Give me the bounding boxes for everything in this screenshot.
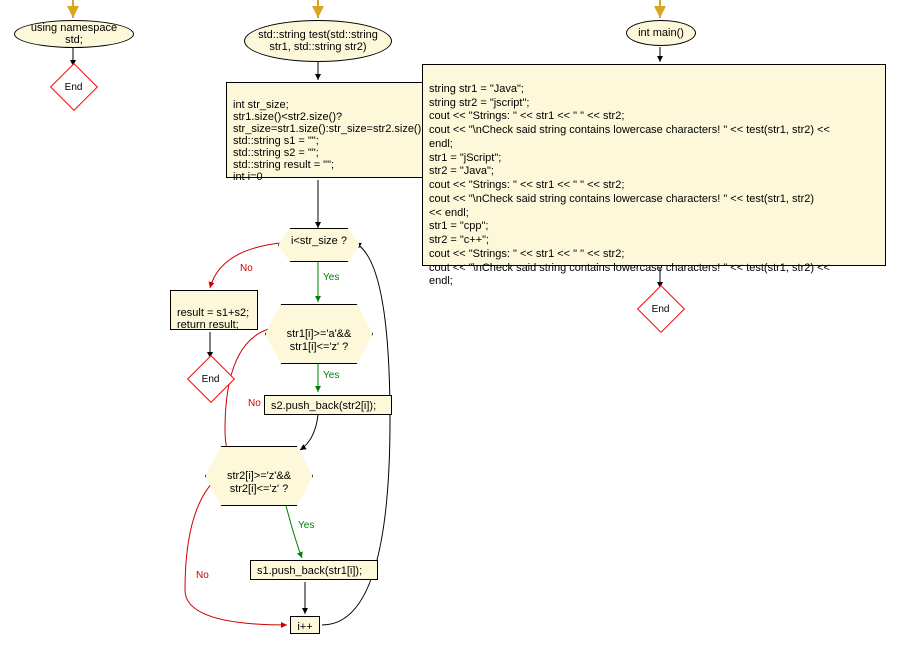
test-func-text: std::string test(std::string str1, std::…: [258, 29, 378, 53]
main-func-node: int main(): [626, 20, 696, 46]
main-body-text: string str1 = "Java"; string str2 = "jsc…: [429, 83, 830, 288]
yes-3: Yes: [298, 520, 314, 531]
main-body-block: string str1 = "Java"; string str2 = "jsc…: [422, 64, 886, 266]
namespace-text: using namespace std;: [21, 22, 127, 46]
no-2: No: [248, 398, 261, 409]
push-s1-text: s1.push_back(str1[i]);: [257, 565, 362, 577]
increment-text: i++: [297, 621, 312, 633]
cond-str2-diamond: str2[i]>='z'&& str2[i]<='z' ?: [205, 446, 313, 506]
push-s1-block: s1.push_back(str1[i]);: [250, 560, 378, 580]
yes-1: Yes: [323, 272, 339, 283]
cond-str1-text: str1[i]>='a'&& str1[i]<='z' ?: [287, 328, 352, 353]
push-s2-block: s2.push_back(str2[i]);: [264, 395, 392, 415]
push-s2-text: s2.push_back(str2[i]);: [271, 400, 376, 412]
no-3: No: [196, 570, 209, 581]
end-diamond-1: End: [50, 63, 98, 111]
end-text-2: End: [202, 373, 220, 384]
main-func-text: int main(): [638, 27, 684, 39]
no-1: No: [240, 263, 253, 274]
init-text: int str_size; str1.size()<str2.size()? s…: [233, 99, 424, 183]
result-block: result = s1+s2; return result;: [170, 290, 258, 330]
yes-2: Yes: [323, 370, 339, 381]
cond-loop-text: i<str_size ?: [291, 235, 347, 247]
namespace-node: using namespace std;: [14, 20, 134, 48]
init-block: int str_size; str1.size()<str2.size()? s…: [226, 82, 442, 178]
cond-loop-diamond: i<str_size ?: [278, 228, 360, 262]
end-diamond-3: End: [637, 285, 685, 333]
end-text-3: End: [652, 303, 670, 314]
result-text: result = s1+s2; return result;: [177, 307, 249, 331]
test-func-node: std::string test(std::string str1, std::…: [244, 20, 392, 62]
cond-str1-diamond: str1[i]>='a'&& str1[i]<='z' ?: [265, 304, 373, 364]
increment-block: i++: [290, 616, 320, 634]
cond-str2-text: str2[i]>='z'&& str2[i]<='z' ?: [227, 470, 291, 495]
end-text-1: End: [65, 81, 83, 92]
end-diamond-2: End: [187, 355, 235, 403]
